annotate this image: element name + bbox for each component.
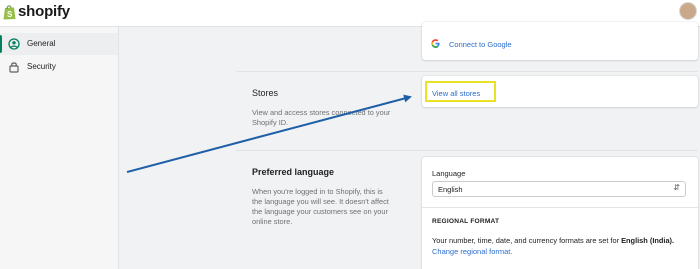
annotation-arrow: [126, 94, 412, 173]
